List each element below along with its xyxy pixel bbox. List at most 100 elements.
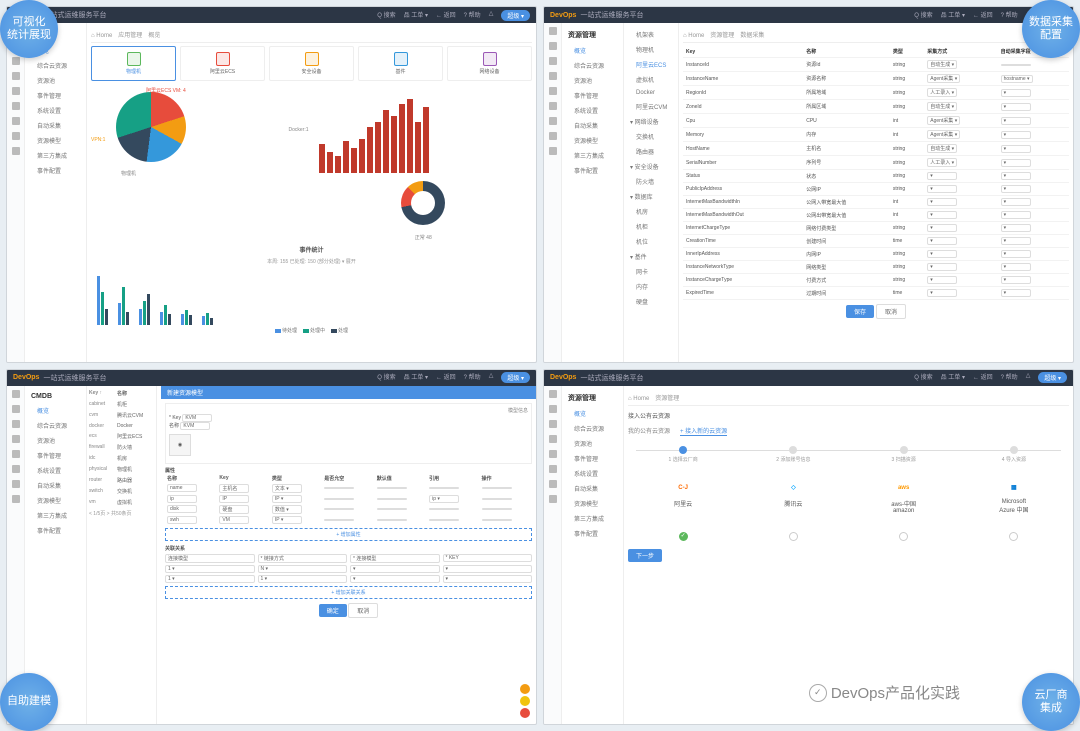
back-button[interactable]: 取消 bbox=[348, 603, 378, 618]
metric-card[interactable]: 网络设备 bbox=[447, 46, 532, 81]
donut-chart: 正常 48 bbox=[315, 181, 533, 241]
table-row[interactable]: InstanceChargeType付费方式string▾▾ bbox=[683, 274, 1069, 287]
sidebar-item[interactable]: 综合云资源 bbox=[27, 418, 84, 433]
cloud-option[interactable]: C-J阿里云 bbox=[663, 479, 703, 514]
table-row[interactable]: CpuCPUintAgent采集 ▾▾ bbox=[683, 114, 1069, 128]
resource-tree[interactable]: 机架表物理机阿里云ECS虚拟机Docker阿里云CVM▾ 网络设备交换机路由器▾… bbox=[624, 23, 679, 362]
sidebar-item[interactable]: 自动采集 bbox=[564, 481, 621, 496]
pie-chart: 阿里云ECS VM: 4 Docker:1 物理机 VPN:1 bbox=[91, 87, 309, 177]
sidebar-item[interactable]: 事件管理 bbox=[564, 88, 621, 103]
sidebar-item[interactable]: 综合云资源 bbox=[564, 421, 621, 436]
help-link[interactable]: ? 帮助 bbox=[464, 10, 481, 21]
sidebar-item[interactable]: 第三方集成 bbox=[564, 511, 621, 526]
icon-nav bbox=[7, 23, 25, 362]
sidebar-item[interactable]: 事件管理 bbox=[564, 451, 621, 466]
sidebar-item[interactable]: 综合云资源 bbox=[564, 58, 621, 73]
table-row[interactable]: InstanceNetworkType网络类型string▾▾ bbox=[683, 261, 1069, 274]
badge-tl: 可视化 统计展现 bbox=[0, 0, 58, 58]
metric-card[interactable]: 安全设备 bbox=[269, 46, 354, 81]
table-row[interactable]: SerialNumber序列号string人工录入 ▾▾ bbox=[683, 156, 1069, 170]
sidebar-item[interactable]: 资源池 bbox=[27, 433, 84, 448]
search-link[interactable]: Q 搜索 bbox=[377, 10, 395, 21]
fields-table: Key名称类型采集方式自动采集字段 InstanceId资源Idstring自动… bbox=[683, 46, 1069, 300]
sidebar-item[interactable]: 事件管理 bbox=[27, 448, 84, 463]
table-row[interactable]: ZoneId所属区域string自动生成 ▾▾ bbox=[683, 100, 1069, 114]
sidebar-item[interactable]: 资源池 bbox=[564, 436, 621, 451]
table-row[interactable]: InstanceName资源名称stringAgent采集 ▾hostname … bbox=[683, 72, 1069, 86]
sidebar-item[interactable]: 事件配置 bbox=[27, 163, 84, 178]
metric-card[interactable]: 基件 bbox=[358, 46, 443, 81]
sidebar-item[interactable]: 自动采集 bbox=[27, 478, 84, 493]
model-list[interactable]: Key ↑名称 cabinet机柜cvm腾讯云CVMdockerDockerec… bbox=[87, 386, 157, 725]
table-row[interactable]: InnerIpAddress内网IPstring▾▾ bbox=[683, 248, 1069, 261]
grouped-bar-chart bbox=[91, 265, 532, 325]
stepper: 1 选择云厂商2 添加账号信息3 扫描资源4 导入资源 bbox=[628, 446, 1069, 463]
sidebar-item[interactable]: 自动采集 bbox=[27, 118, 84, 133]
app-subtitle: 一站式运维服务平台 bbox=[43, 10, 377, 20]
cancel-button[interactable]: 取消 bbox=[876, 304, 906, 319]
sidebar-item[interactable]: 系统设置 bbox=[27, 463, 84, 478]
cloud-radio[interactable] bbox=[1009, 532, 1018, 541]
cloud-option[interactable]: ◇腾讯云 bbox=[773, 479, 813, 514]
table-row[interactable]: CreationTime创建时间time▾▾ bbox=[683, 235, 1069, 248]
table-row[interactable]: PublicIpAddress公网IPstring▾▾ bbox=[683, 183, 1069, 196]
sidebar-item[interactable]: 事件管理 bbox=[27, 88, 84, 103]
cloud-radio[interactable] bbox=[789, 532, 798, 541]
table-row[interactable]: HostName主机名string自动生成 ▾▾ bbox=[683, 142, 1069, 156]
header: DevOps 一站式运维服务平台 Q 搜索 品 工单 ▾ ← 返回 ? 帮助 △… bbox=[7, 7, 536, 23]
sidebar-item[interactable]: 资源池 bbox=[27, 73, 84, 88]
wechat-icon: ✓ bbox=[809, 684, 827, 702]
sidebar-item[interactable]: 综合云资源 bbox=[27, 58, 84, 73]
sidebar-item[interactable]: 第三方集成 bbox=[27, 148, 84, 163]
user-menu[interactable]: 超级 ▾ bbox=[501, 10, 530, 21]
legend: 待处理处理中处理 bbox=[91, 327, 532, 334]
sidebar-item[interactable]: 第三方集成 bbox=[27, 508, 84, 523]
cloud-radio[interactable] bbox=[679, 532, 688, 541]
sidebar-item[interactable]: 系统设置 bbox=[27, 103, 84, 118]
cube-icon: ◉ bbox=[169, 434, 191, 456]
sidebar-item[interactable]: 概览 bbox=[564, 43, 621, 58]
panel-modeling: DevOps一站式运维服务平台 Q 搜索品 工单 ▾← 返回? 帮助△超级 ▾ … bbox=[6, 369, 537, 726]
orders-menu[interactable]: 品 工单 ▾ bbox=[404, 10, 428, 21]
relation-bubbles bbox=[520, 684, 530, 718]
cloud-option[interactable]: awsaws-中国 amazon bbox=[884, 479, 924, 514]
table-row[interactable]: Memory内存intAgent采集 ▾▾ bbox=[683, 128, 1069, 142]
table-row[interactable]: ExpiredTime过期时间time▾▾ bbox=[683, 287, 1069, 300]
table-row[interactable]: RegionId所属地域string人工录入 ▾▾ bbox=[683, 86, 1069, 100]
table-row[interactable]: InternetMaxBandwidthOut公网出带宽最大值int▾▾ bbox=[683, 209, 1069, 222]
sidebar-item[interactable]: 资源模型 bbox=[564, 133, 621, 148]
table-row[interactable]: InternetChargeType网络付费类型string▾▾ bbox=[683, 222, 1069, 235]
sidebar-item[interactable]: 事件配置 bbox=[564, 163, 621, 178]
sidebar-item[interactable]: 系统设置 bbox=[564, 103, 621, 118]
table-row[interactable]: InternetMaxBandwidthIn公网入带宽最大值int▾▾ bbox=[683, 196, 1069, 209]
metric-card[interactable]: 物理机 bbox=[91, 46, 176, 81]
save-button[interactable]: 保存 bbox=[846, 305, 874, 318]
next-button[interactable]: 下一步 bbox=[628, 549, 662, 562]
badge-br: 云厂商 集成 bbox=[1022, 673, 1080, 731]
sidebar-item[interactable]: 事件配置 bbox=[564, 526, 621, 541]
cloud-radio[interactable] bbox=[899, 532, 908, 541]
sidebar-item[interactable]: 资源模型 bbox=[27, 133, 84, 148]
add-rel-button[interactable]: + 增加关联关系 bbox=[165, 586, 532, 599]
table-row[interactable]: InstanceId资源Idstring自动生成 ▾ bbox=[683, 58, 1069, 72]
attr-table: 名称Key类型是否允空默认值引用操作name主机名文本 ▾ipIPIP ▾ip … bbox=[165, 474, 532, 525]
add-attr-button[interactable]: + 增加属性 bbox=[165, 528, 532, 541]
sidebar-item[interactable]: 资源池 bbox=[564, 73, 621, 88]
sidebar: 概览 概览综合云资源资源池事件管理系统设置自动采集资源模型第三方集成事件配置 bbox=[25, 23, 87, 362]
sidebar-item[interactable]: 概览 bbox=[564, 406, 621, 421]
notif-icon[interactable]: △ bbox=[489, 10, 494, 21]
sidebar-item[interactable]: 概览 bbox=[27, 403, 84, 418]
bar-chart bbox=[315, 87, 533, 177]
tabs[interactable]: 我的公有云资源+ 接入新的云资源 bbox=[628, 426, 1069, 436]
cloud-option[interactable]: ▦Microsoft Azure 中国 bbox=[994, 479, 1034, 514]
metric-card[interactable]: 阿里云ECS bbox=[180, 46, 265, 81]
sidebar-item[interactable]: 事件配置 bbox=[27, 523, 84, 538]
back-link[interactable]: ← 返回 bbox=[436, 10, 456, 21]
sidebar-item[interactable]: 第三方集成 bbox=[564, 148, 621, 163]
sidebar-item[interactable]: 自动采集 bbox=[564, 118, 621, 133]
table-row[interactable]: Status状态string▾▾ bbox=[683, 170, 1069, 183]
ok-button[interactable]: 确定 bbox=[319, 604, 347, 617]
sidebar-item[interactable]: 资源模型 bbox=[27, 493, 84, 508]
sidebar-item[interactable]: 系统设置 bbox=[564, 466, 621, 481]
sidebar-item[interactable]: 资源模型 bbox=[564, 496, 621, 511]
